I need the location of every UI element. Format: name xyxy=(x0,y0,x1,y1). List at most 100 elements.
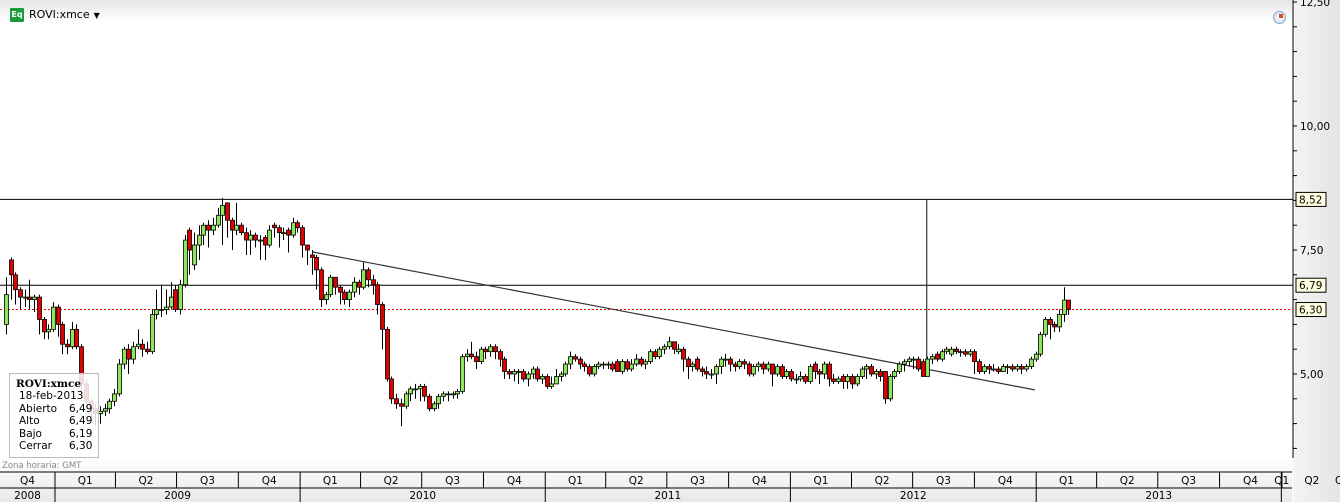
tooltip-label: Abierto xyxy=(19,402,58,415)
quarter-label: Q2 xyxy=(1304,475,1319,487)
candle-body xyxy=(474,356,479,363)
candle-body xyxy=(982,366,987,372)
candle-body xyxy=(107,400,112,410)
candle-body xyxy=(1010,366,1015,370)
quarter-label: Q3 xyxy=(1335,475,1340,487)
quarter-label: Q1 xyxy=(813,475,828,487)
candle-body xyxy=(996,368,1001,372)
candle-body xyxy=(427,395,432,410)
candle-body xyxy=(756,363,761,367)
candle-body xyxy=(192,244,197,266)
candle-body xyxy=(399,403,404,407)
candle-body xyxy=(766,363,771,370)
quarter-label: Q2 xyxy=(139,475,154,487)
candle-body xyxy=(483,348,488,353)
candle-body xyxy=(596,363,601,367)
candle-body xyxy=(291,222,296,236)
candle-body xyxy=(827,363,832,380)
candle-body xyxy=(949,348,954,355)
candle-body xyxy=(653,351,658,358)
candle-body xyxy=(601,363,606,366)
candle-body xyxy=(568,356,573,365)
candle-body xyxy=(206,224,211,231)
year-label: 2012 xyxy=(900,490,927,502)
candle-body xyxy=(573,356,578,360)
candlestick-chart[interactable]: 12,50 10,00 7,50 5,00 Q4 Q1 Q2 Q3 Q4 Q1 Q2 Q3 Q4 Q1 Q2… xyxy=(0,0,1340,502)
ohlc-tooltip: ROVI:xmce 18-feb-2013 Abierto 6,49 Alto 6,… xyxy=(9,373,99,458)
candle-body xyxy=(704,371,709,375)
candle-body xyxy=(385,328,390,380)
tooltip-row-close: Cerrar 6,30 xyxy=(16,440,98,453)
candle-body xyxy=(1062,299,1067,315)
year-label: 2010 xyxy=(409,490,436,502)
candle-body xyxy=(37,296,42,320)
candle-body xyxy=(1019,366,1024,370)
candle-body xyxy=(615,361,620,372)
candle-body xyxy=(394,398,399,405)
tooltip-label: Cerrar xyxy=(19,440,52,452)
candle-body xyxy=(902,361,907,365)
candle-body xyxy=(465,353,470,358)
candle-body xyxy=(136,343,141,348)
tooltip-value: 6,49 xyxy=(69,402,93,415)
candle-body xyxy=(620,361,625,372)
candle-body xyxy=(916,358,921,370)
tooltip-label: Alto xyxy=(19,415,40,427)
candle-body xyxy=(441,393,446,397)
candle-body xyxy=(117,363,122,395)
price-tag-label: 8,52 xyxy=(1299,194,1322,206)
candle-body xyxy=(690,363,695,367)
candle-body xyxy=(742,361,747,365)
candle-body xyxy=(469,353,474,358)
candle-body xyxy=(1048,319,1053,325)
candle-body xyxy=(145,348,150,353)
candle-body xyxy=(32,296,37,300)
candle-body xyxy=(455,390,460,395)
candle-body xyxy=(841,376,846,382)
candle-body xyxy=(592,366,597,375)
candle-body xyxy=(850,376,855,385)
quarter-label: Q4 xyxy=(20,475,35,487)
candle-body xyxy=(761,363,766,370)
candle-body xyxy=(357,281,362,288)
candle-body xyxy=(643,361,648,365)
candle-body xyxy=(197,234,202,246)
candle-body xyxy=(940,351,945,360)
tooltip-value: 6,19 xyxy=(69,427,93,440)
candle-body xyxy=(352,281,357,293)
candle-body xyxy=(422,385,427,397)
candle-body xyxy=(18,289,23,298)
candle-body xyxy=(723,358,728,361)
tooltip-row-low: Bajo 6,19 xyxy=(16,428,98,441)
candle-body xyxy=(140,343,145,350)
candle-body xyxy=(968,351,973,355)
candle-body xyxy=(164,306,169,310)
candle-body xyxy=(70,328,75,348)
candle-body xyxy=(662,346,667,350)
quarter-label: Q4 xyxy=(507,475,522,487)
candle-body xyxy=(122,348,127,365)
candle-body xyxy=(935,353,940,360)
candle-body xyxy=(681,348,686,360)
price-tick-label: 7,50 xyxy=(1300,245,1323,257)
candle-body xyxy=(610,363,615,370)
candle-body xyxy=(714,366,719,375)
candle-body xyxy=(347,291,352,301)
candle-body xyxy=(958,351,963,354)
candle-body xyxy=(460,356,465,392)
candle-body xyxy=(131,346,136,360)
candle-body xyxy=(751,366,756,375)
candle-body xyxy=(361,269,366,288)
candle-body xyxy=(258,239,263,242)
candle-body xyxy=(272,224,277,229)
candle-body xyxy=(507,371,512,375)
candle-body xyxy=(686,358,691,367)
candle-body xyxy=(1005,366,1010,368)
candle-body xyxy=(869,366,874,375)
candle-body xyxy=(413,388,418,391)
candle-body xyxy=(211,224,216,231)
tooltip-value: 6,30 xyxy=(69,440,93,452)
candle-body xyxy=(977,361,982,372)
candle-body xyxy=(991,368,996,371)
candle-body xyxy=(225,202,230,221)
